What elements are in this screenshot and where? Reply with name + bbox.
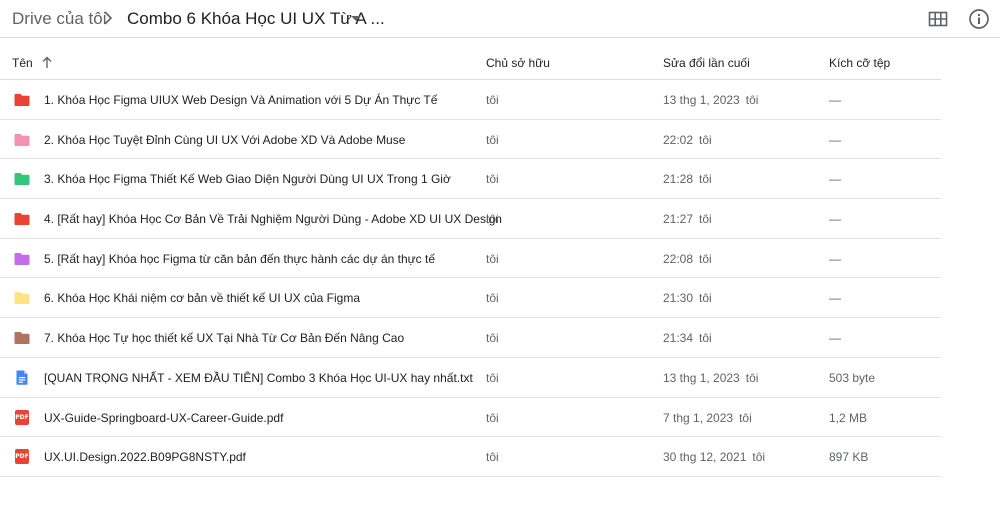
folder-icon — [14, 213, 30, 226]
file-modified: 22:08 tôi — [663, 252, 712, 266]
folder-icon — [14, 133, 30, 146]
modified-by: tôi — [739, 410, 752, 425]
file-row[interactable]: 4. [Rất hay] Khóa Học Cơ Bản Về Trải Ngh… — [0, 199, 941, 239]
file-modified: 30 thg 12, 2021 tôi — [663, 450, 765, 464]
modified-date: 21:28 — [663, 172, 694, 187]
file-name: [QUAN TRỌNG NHẤT - XEM ĐẦU TIÊN] Combo 3… — [44, 370, 473, 385]
file-owner: tôi — [486, 331, 499, 346]
file-row[interactable]: PDF UX-Guide-Springboard-UX-Career-Guide… — [0, 398, 941, 438]
file-modified: 13 thg 1, 2023 tôi — [663, 93, 758, 107]
file-name: 7. Khóa Học Tự học thiết kế UX Tại Nhà T… — [44, 331, 405, 346]
pdf-file-icon: PDF — [14, 449, 30, 465]
folder-icon — [14, 173, 30, 186]
modified-by: tôi — [745, 370, 759, 385]
folder-icon — [14, 94, 30, 106]
sort-ascending-arrow-icon[interactable] — [41, 56, 53, 69]
pdf-file-icon: PDF — [14, 409, 30, 425]
file-size: 1,2 MB — [829, 410, 868, 425]
column-header-modified[interactable]: Sửa đổi lần cuối — [663, 56, 750, 70]
file-size: 503 byte — [829, 370, 876, 385]
file-owner: tôi — [486, 450, 499, 465]
modified-date: 21:34 — [663, 331, 694, 346]
column-header-row: Tên Chủ sở hữu Sửa đổi lần cuối Kích cỡ … — [0, 44, 941, 80]
modified-date: 22:08 — [663, 251, 694, 266]
file-name: 4. [Rất hay] Khóa Học Cơ Bản Về Trải Ngh… — [44, 212, 502, 227]
file-row[interactable]: 7. Khóa Học Tự học thiết kế UX Tại Nhà T… — [0, 318, 941, 358]
info-icon[interactable] — [968, 8, 990, 30]
file-size: — — [829, 291, 841, 306]
file-owner: tôi — [486, 410, 499, 425]
modified-date: 7 thg 1, 2023 — [663, 410, 734, 425]
file-modified: 7 thg 1, 2023 tôi — [663, 411, 752, 425]
column-header-name[interactable]: Tên — [12, 56, 33, 70]
file-row[interactable]: 6. Khóa Học Khái niệm cơ bản về thiết kế… — [0, 278, 941, 319]
modified-by: tôi — [699, 212, 712, 227]
file-name: UX.UI.Design.2022.B09PG8NSTY.pdf — [44, 450, 246, 465]
file-row[interactable]: 2. Khóa Học Tuyệt Đỉnh Cùng UI UX Với Ad… — [0, 120, 941, 160]
file-list: 1. Khóa Học Figma UIUX Web Design Và Ani… — [0, 80, 941, 477]
file-name: 3. Khóa Học Figma Thiết Kế Web Giao Diện… — [44, 172, 451, 187]
file-name: 5. [Rất hay] Khóa học Figma từ căn bản đ… — [44, 251, 436, 266]
file-owner: tôi — [486, 212, 499, 227]
file-size: — — [829, 331, 841, 346]
file-owner: tôi — [486, 93, 499, 107]
file-row[interactable]: 5. [Rất hay] Khóa học Figma từ căn bản đ… — [0, 239, 941, 279]
file-row[interactable]: 3. Khóa Học Figma Thiết Kế Web Giao Diện… — [0, 159, 941, 200]
file-modified: 21:34 tôi — [663, 331, 712, 345]
column-header-owner[interactable]: Chủ sở hữu — [486, 56, 550, 70]
folder-icon — [14, 292, 30, 305]
file-owner: tôi — [486, 172, 499, 187]
modified-date: 30 thg 12, 2021 — [663, 450, 747, 465]
file-name: UX-Guide-Springboard-UX-Career-Guide.pdf — [44, 410, 284, 425]
modified-by: tôi — [699, 331, 712, 346]
column-header-size[interactable]: Kích cỡ tệp — [829, 56, 890, 70]
file-owner: tôi — [486, 291, 499, 306]
file-size: — — [829, 172, 841, 187]
modified-date: 21:30 — [663, 291, 694, 306]
chevron-right-icon — [104, 11, 113, 25]
text-document-icon — [16, 370, 28, 385]
file-owner: tôi — [486, 132, 499, 147]
file-size: — — [829, 212, 841, 227]
file-size: — — [829, 132, 841, 147]
file-modified: 22:02 tôi — [663, 133, 712, 147]
breadcrumb-my-drive[interactable]: Drive của tôi — [12, 9, 106, 29]
modified-by: tôi — [745, 93, 759, 107]
file-name: 1. Khóa Học Figma UIUX Web Design Và Ani… — [44, 93, 438, 107]
file-size: — — [829, 93, 841, 107]
file-owner: tôi — [486, 370, 499, 385]
modified-by: tôi — [699, 172, 712, 187]
modified-date: 21:27 — [663, 212, 694, 227]
file-row[interactable]: 1. Khóa Học Figma UIUX Web Design Và Ani… — [0, 80, 941, 120]
modified-by: tôi — [752, 450, 766, 465]
file-modified: 21:28 tôi — [663, 172, 712, 186]
file-modified: 21:30 tôi — [663, 291, 712, 305]
folder-icon — [14, 332, 30, 345]
file-owner: tôi — [486, 251, 499, 266]
file-row[interactable]: [QUAN TRỌNG NHẤT - XEM ĐẦU TIÊN] Combo 3… — [0, 358, 941, 398]
breadcrumb-current-folder[interactable]: Combo 6 Khóa Học UI UX Từ A ... — [127, 9, 385, 29]
modified-date: 13 thg 1, 2023 — [663, 370, 740, 385]
folder-icon — [14, 252, 30, 265]
file-name: 2. Khóa Học Tuyệt Đỉnh Cùng UI UX Với Ad… — [44, 132, 406, 147]
modified-by: tôi — [699, 132, 712, 147]
modified-by: tôi — [699, 291, 712, 306]
file-row[interactable]: PDF UX.UI.Design.2022.B09PG8NSTY.pdf tôi 3… — [0, 437, 941, 477]
file-modified: 21:27 tôi — [663, 212, 712, 226]
file-size: — — [829, 251, 841, 266]
folder-menu-caret-icon[interactable] — [351, 16, 361, 21]
file-size: 897 KB — [829, 450, 869, 465]
file-name: 6. Khóa Học Khái niệm cơ bản về thiết kế… — [44, 291, 361, 306]
modified-date: 22:02 — [663, 132, 694, 147]
file-modified: 13 thg 1, 2023 tôi — [663, 371, 758, 385]
modified-by: tôi — [699, 251, 712, 266]
grid-view-icon[interactable] — [928, 9, 948, 29]
top-bar: Drive của tôi Combo 6 Khóa Học UI UX Từ … — [0, 0, 1000, 38]
modified-date: 13 thg 1, 2023 — [663, 93, 740, 107]
